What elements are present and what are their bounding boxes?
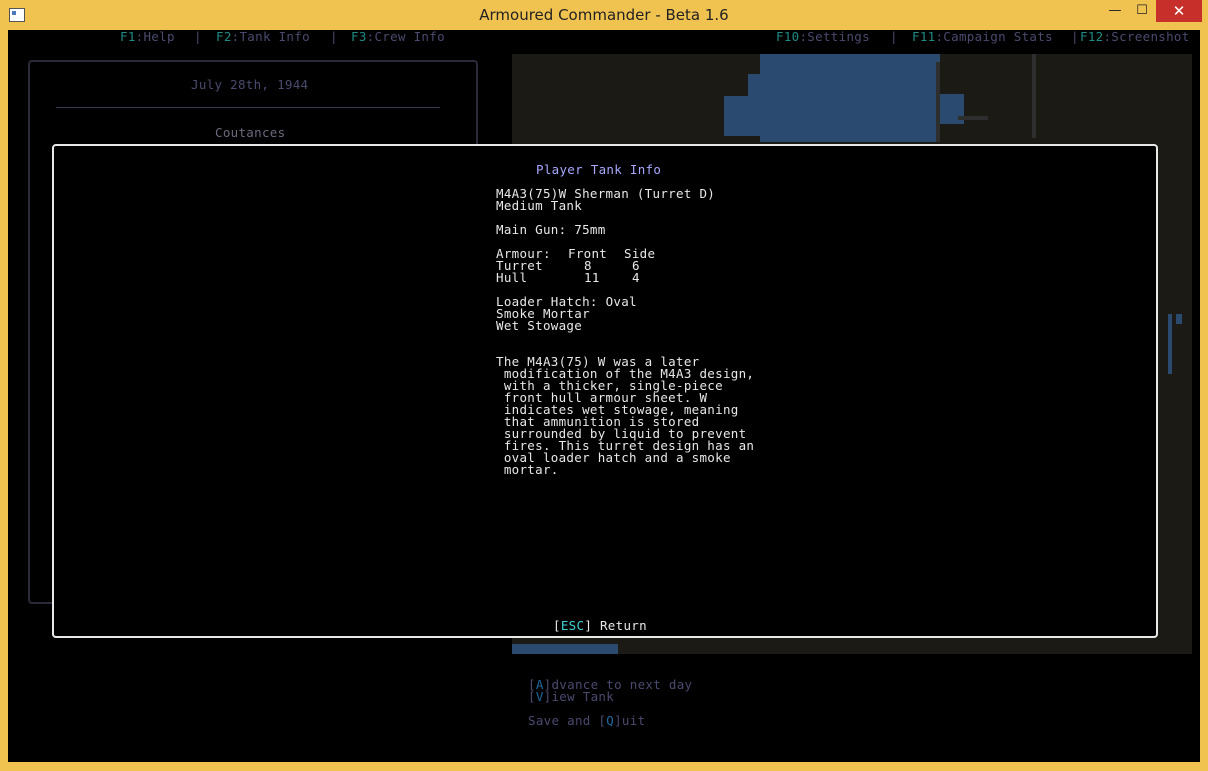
menu-stats-key: F11: [912, 30, 936, 44]
armour-row-label: Hull: [496, 270, 528, 285]
view-key: V: [535, 689, 544, 704]
campaign-location: Coutances: [215, 125, 286, 140]
description-line: mortar.: [496, 462, 559, 477]
armour-row-front: 11: [584, 270, 600, 285]
tank-class: Medium Tank: [496, 198, 583, 213]
menu-screenshot[interactable]: F12:Screenshot: [1080, 30, 1190, 44]
save-quit-option[interactable]: Save and [Q]uit: [528, 713, 646, 728]
window-title: Armoured Commander - Beta 1.6: [479, 6, 729, 24]
game-console: F1:Help | F2:Tank Info | F3:Crew Info F1…: [8, 30, 1200, 762]
close-button[interactable]: ✕: [1156, 0, 1202, 22]
water-area: [512, 644, 618, 654]
menu-stats-label: :Campaign Stats: [935, 30, 1053, 44]
armour-row-side: 4: [632, 270, 640, 285]
road: [1032, 54, 1036, 138]
view-tank-option[interactable]: [V]iew Tank: [528, 689, 615, 704]
menu-help[interactable]: F1:Help: [120, 30, 175, 44]
quit-key: Q: [606, 713, 615, 728]
road: [936, 62, 940, 142]
menu-crew-label: :Crew Info: [366, 30, 445, 44]
return-button[interactable]: [ESC] Return: [553, 618, 647, 633]
return-label: Return: [592, 618, 647, 633]
river: [1176, 314, 1182, 324]
bracket: ]: [584, 618, 593, 633]
quit-label: ]uit: [614, 713, 646, 728]
menu-campaign-stats[interactable]: F11:Campaign Stats: [912, 30, 1053, 44]
menu-screenshot-label: :Screenshot: [1103, 30, 1190, 44]
water-area: [748, 74, 778, 104]
menu-separator: |: [890, 30, 898, 44]
tank-info-dialog: Player Tank Info M4A3(75)W Sherman (Turr…: [52, 144, 1158, 638]
main-gun-label: Main Gun:: [496, 222, 567, 237]
main-gun-value: 75mm: [574, 222, 606, 237]
bracket: [: [553, 618, 561, 633]
menu-settings-label: :Settings: [799, 30, 870, 44]
divider: [56, 107, 440, 108]
bracket: [: [528, 689, 536, 704]
quit-prefix: Save and [: [528, 713, 607, 728]
menu-tank-info[interactable]: F2:Tank Info: [216, 30, 310, 44]
view-label: ]iew Tank: [543, 689, 615, 704]
menu-settings[interactable]: F10:Settings: [776, 30, 870, 44]
dialog-title: Player Tank Info: [536, 162, 662, 177]
menu-screenshot-key: F12: [1080, 30, 1104, 44]
feature-item: Wet Stowage: [496, 318, 583, 333]
maximize-button[interactable]: ☐: [1128, 0, 1156, 22]
menu-help-key: F1: [120, 30, 136, 44]
menu-tank-label: :Tank Info: [231, 30, 310, 44]
river: [1168, 314, 1172, 374]
menu-separator: |: [330, 30, 338, 44]
menu-separator: |: [194, 30, 202, 44]
esc-key: ESC: [560, 618, 585, 633]
menu-crew-info[interactable]: F3:Crew Info: [351, 30, 445, 44]
menu-tank-key: F2: [216, 30, 232, 44]
menu-help-label: :Help: [135, 30, 175, 44]
road: [958, 116, 988, 120]
menu-separator: |: [1071, 30, 1079, 44]
map-bottom-strip: [512, 644, 1192, 654]
menu-crew-key: F3: [351, 30, 367, 44]
window-titlebar: Armoured Commander - Beta 1.6 — ☐ ✕: [0, 0, 1208, 30]
menu-settings-key: F10: [776, 30, 800, 44]
loader-hatch-value: Oval: [605, 294, 637, 309]
main-gun: Main Gun: 75mm: [496, 222, 606, 237]
campaign-date: July 28th, 1944: [191, 77, 309, 92]
water-area: [904, 94, 964, 124]
minimize-button[interactable]: —: [1101, 0, 1129, 22]
